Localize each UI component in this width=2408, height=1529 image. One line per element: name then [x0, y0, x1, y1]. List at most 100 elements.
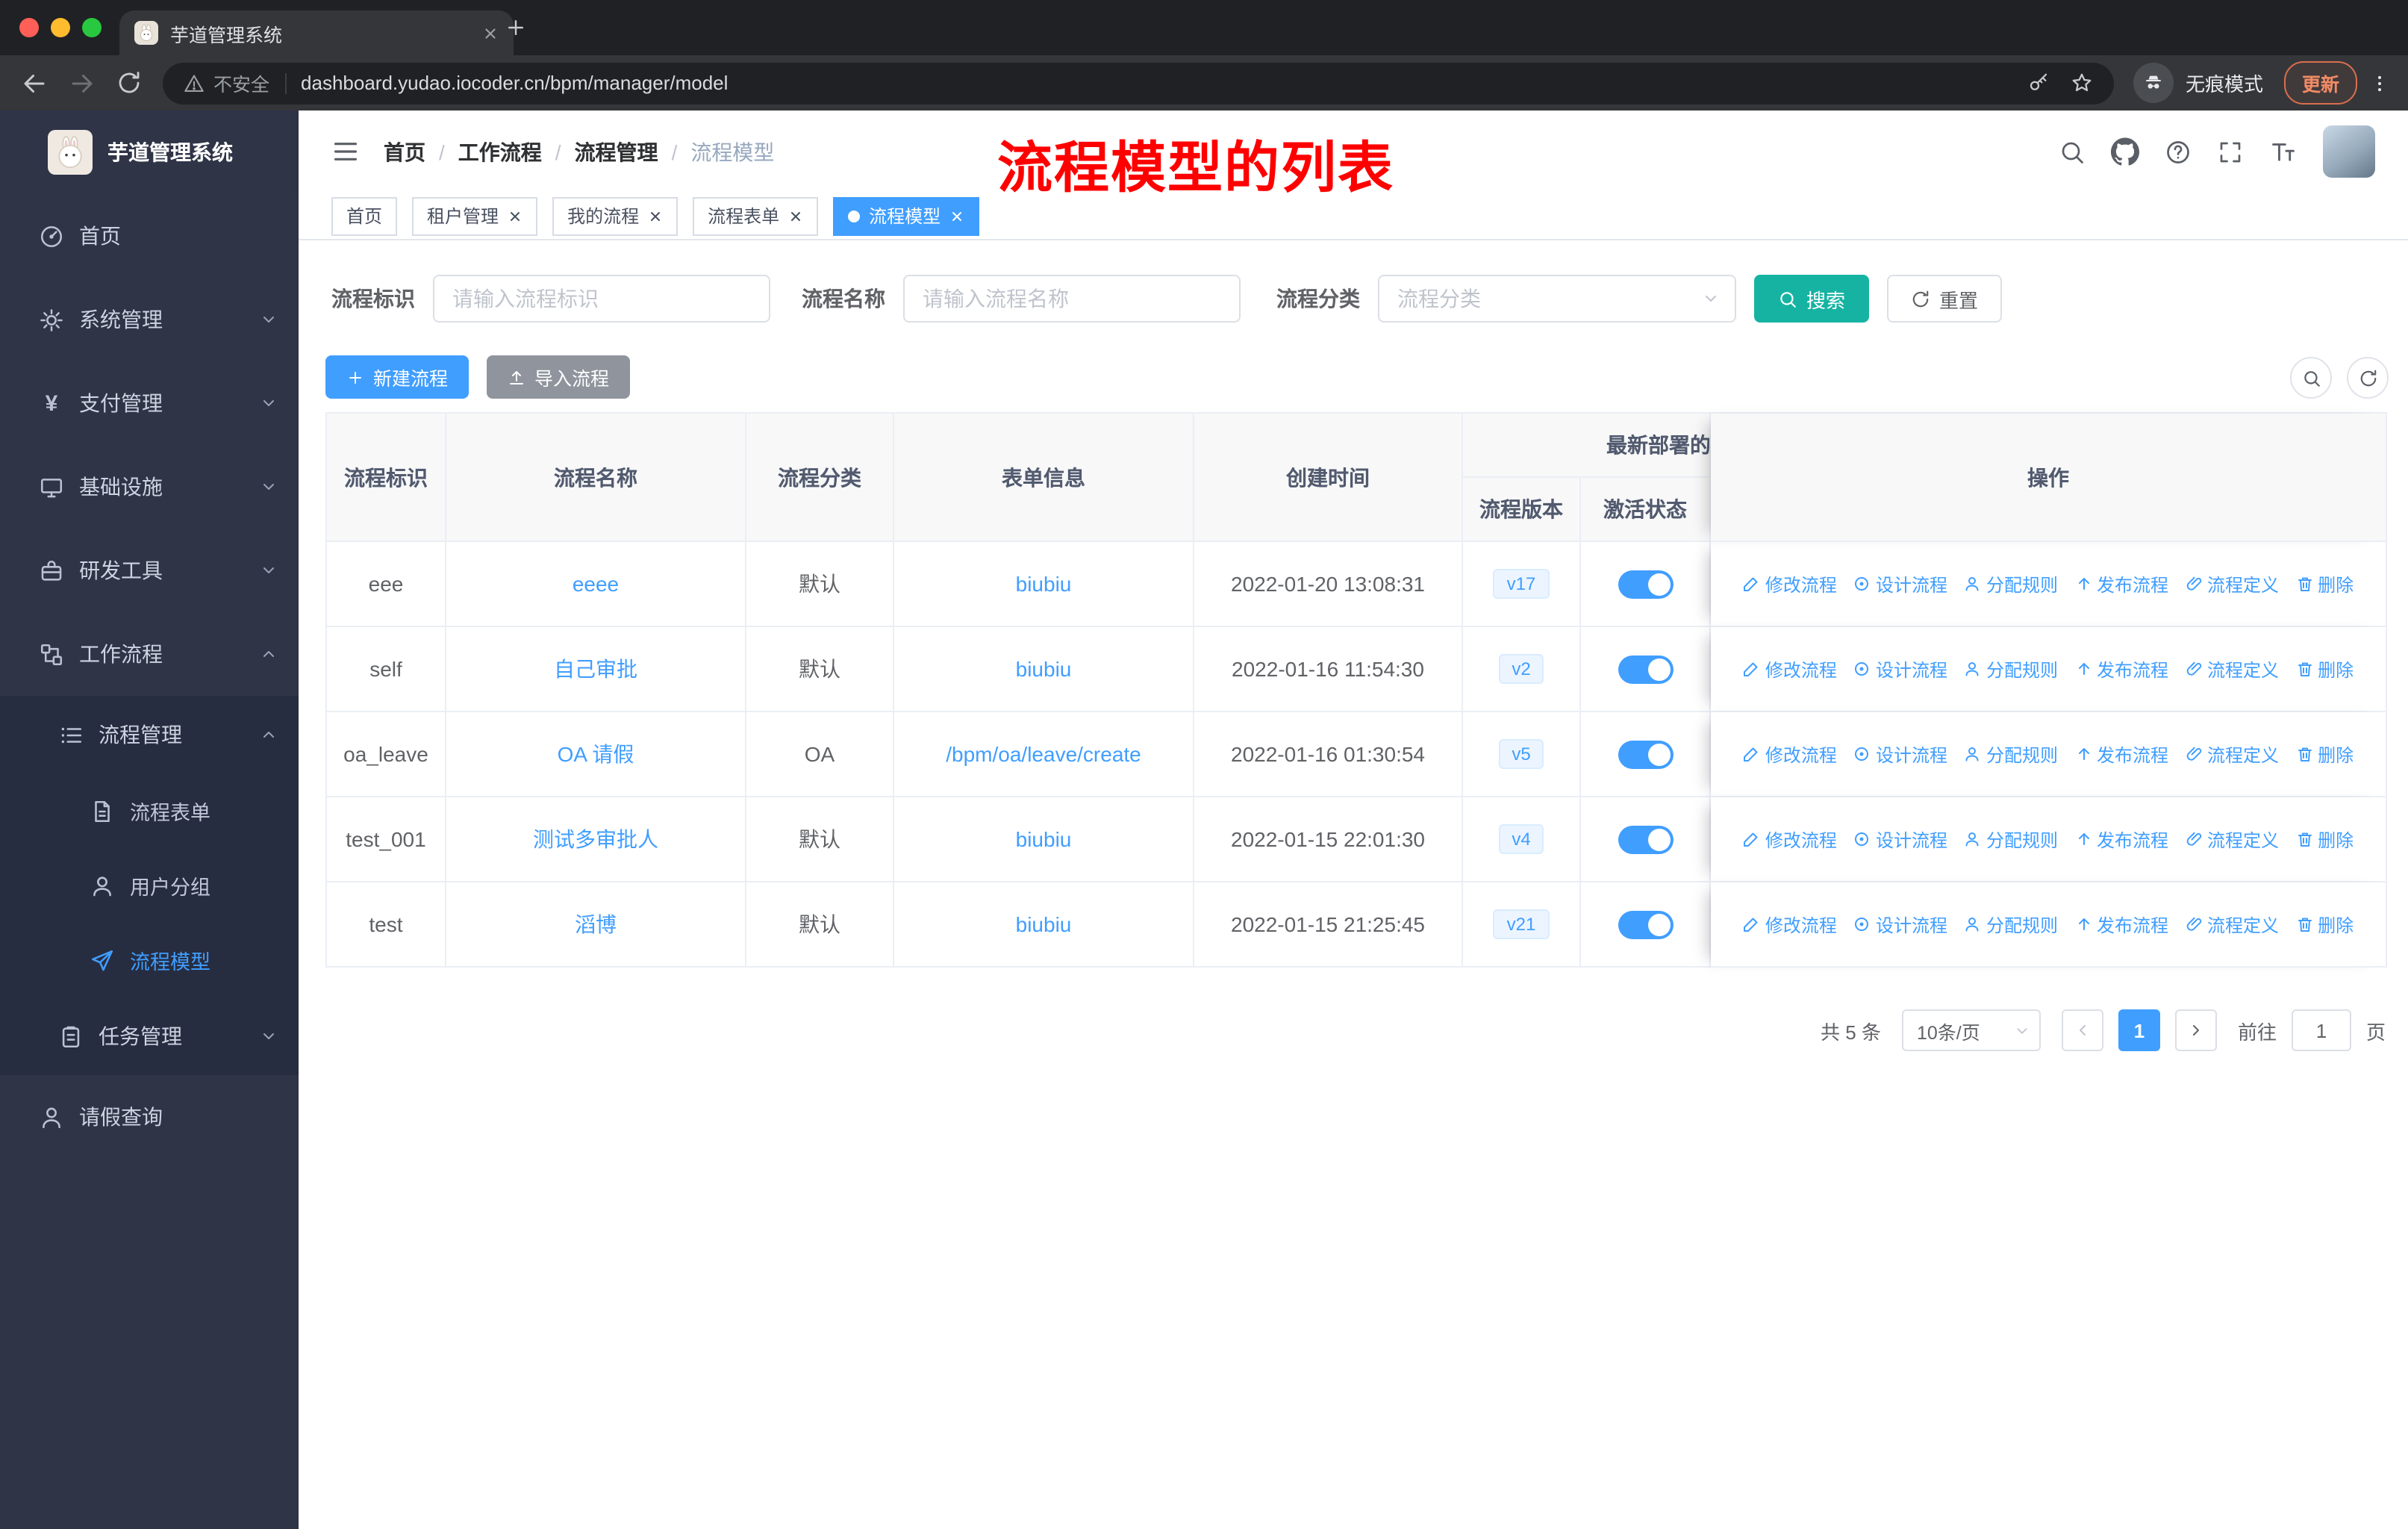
delete-link[interactable]: 删除 [2295, 656, 2354, 682]
edit-process-link[interactable]: 修改流程 [1743, 826, 1837, 852]
reset-button[interactable]: 重置 [1887, 275, 2003, 323]
process-category-select[interactable]: 流程分类 [1378, 275, 1736, 323]
hamburger-icon[interactable] [331, 137, 360, 166]
assign-rule-link[interactable]: 分配规则 [1964, 571, 2058, 597]
browser-tab[interactable]: 芋道管理系统 [119, 10, 514, 55]
tab-close-icon[interactable] [482, 25, 499, 41]
tag-home[interactable]: 首页 [331, 196, 398, 235]
active-toggle[interactable] [1618, 740, 1673, 768]
publish-process-link[interactable]: 发布流程 [2074, 741, 2168, 767]
bookmark-star-icon[interactable] [2071, 72, 2093, 94]
publish-process-link[interactable]: 发布流程 [2074, 656, 2168, 682]
process-definition-link[interactable]: 流程定义 [2185, 826, 2279, 852]
process-name-link[interactable]: 滔博 [575, 909, 617, 939]
delete-link[interactable]: 删除 [2295, 571, 2354, 597]
tag-close-icon[interactable] [508, 208, 523, 223]
form-info-link[interactable]: biubiu [1016, 827, 1072, 851]
reload-button-icon[interactable] [116, 70, 142, 96]
search-button[interactable]: 搜索 [1754, 275, 1870, 323]
sidebar-item-process-model[interactable]: 流程模型 [0, 923, 299, 997]
user-avatar[interactable] [2323, 125, 2375, 178]
form-info-link[interactable]: biubiu [1016, 572, 1072, 596]
password-key-icon[interactable] [2027, 72, 2050, 94]
tag-close-icon[interactable] [788, 208, 803, 223]
process-name-link[interactable]: 测试多审批人 [533, 824, 658, 854]
page-size-select[interactable]: 10条/页 [1901, 1009, 2041, 1051]
publish-process-link[interactable]: 发布流程 [2074, 571, 2168, 597]
sidebar-item-leave-query[interactable]: 请假查询 [0, 1075, 299, 1159]
design-process-link[interactable]: 设计流程 [1853, 571, 1947, 597]
process-id-input[interactable] [433, 275, 770, 323]
breadcrumb-process-management[interactable]: 流程管理 [575, 137, 658, 166]
process-definition-link[interactable]: 流程定义 [2185, 656, 2279, 682]
tag-close-icon[interactable] [949, 208, 964, 223]
form-info-link[interactable]: biubiu [1016, 657, 1072, 681]
active-toggle[interactable] [1618, 910, 1673, 938]
sidebar-item-user-group[interactable]: 用户分组 [0, 848, 299, 923]
delete-link[interactable]: 删除 [2295, 826, 2354, 852]
process-definition-link[interactable]: 流程定义 [2185, 571, 2279, 597]
sidebar-item-devtools[interactable]: 研发工具 [0, 529, 299, 612]
sidebar-item-system[interactable]: 系统管理 [0, 278, 299, 361]
window-minimize-button[interactable] [51, 18, 70, 37]
back-button-icon[interactable] [21, 69, 48, 96]
create-process-button[interactable]: 新建流程 [325, 355, 470, 399]
breadcrumb-workflow[interactable]: 工作流程 [458, 137, 542, 166]
form-info-link[interactable]: /bpm/oa/leave/create [946, 742, 1141, 766]
process-name-link[interactable]: eeee [573, 572, 619, 596]
font-size-icon[interactable] [2269, 137, 2298, 166]
import-process-button[interactable]: 导入流程 [487, 355, 631, 399]
help-icon[interactable] [2165, 138, 2192, 165]
refresh-table-button[interactable] [2347, 357, 2389, 399]
delete-link[interactable]: 删除 [2295, 912, 2354, 937]
version-badge[interactable]: v4 [1498, 823, 1544, 855]
sidebar-item-process-management[interactable]: 流程管理 [0, 696, 299, 773]
sidebar-item-home[interactable]: 首页 [0, 194, 299, 278]
browser-menu-icon[interactable] [2369, 72, 2390, 93]
new-tab-button[interactable] [505, 16, 527, 39]
version-badge[interactable]: v17 [1493, 568, 1550, 600]
browser-update-button[interactable]: 更新 [2283, 61, 2357, 105]
publish-process-link[interactable]: 发布流程 [2074, 912, 2168, 937]
design-process-link[interactable]: 设计流程 [1853, 826, 1947, 852]
window-close-button[interactable] [19, 18, 39, 37]
publish-process-link[interactable]: 发布流程 [2074, 826, 2168, 852]
next-page-button[interactable] [2174, 1009, 2217, 1051]
design-process-link[interactable]: 设计流程 [1853, 741, 1947, 767]
sidebar-item-workflow[interactable]: 工作流程 [0, 612, 299, 696]
github-icon[interactable] [2111, 137, 2139, 166]
tag-process-form[interactable]: 流程表单 [693, 196, 819, 235]
process-name-link[interactable]: 自己审批 [554, 654, 637, 684]
sidebar-item-infrastructure[interactable]: 基础设施 [0, 445, 299, 529]
active-toggle[interactable] [1618, 655, 1673, 683]
process-name-input[interactable] [903, 275, 1241, 323]
process-definition-link[interactable]: 流程定义 [2185, 741, 2279, 767]
active-toggle[interactable] [1618, 825, 1673, 853]
edit-process-link[interactable]: 修改流程 [1743, 741, 1837, 767]
edit-process-link[interactable]: 修改流程 [1743, 656, 1837, 682]
active-toggle[interactable] [1618, 570, 1673, 598]
tag-tenant-management[interactable]: 租户管理 [412, 196, 538, 235]
form-info-link[interactable]: biubiu [1016, 912, 1072, 936]
assign-rule-link[interactable]: 分配规则 [1964, 741, 2058, 767]
sidebar-item-process-form[interactable]: 流程表单 [0, 773, 299, 848]
forward-button-icon[interactable] [69, 69, 96, 96]
sidebar-item-payment[interactable]: ¥ 支付管理 [0, 361, 299, 445]
sidebar-item-task-management[interactable]: 任务管理 [0, 997, 299, 1075]
tag-close-icon[interactable] [648, 208, 663, 223]
design-process-link[interactable]: 设计流程 [1853, 656, 1947, 682]
version-badge[interactable]: v21 [1493, 909, 1550, 940]
assign-rule-link[interactable]: 分配规则 [1964, 912, 2058, 937]
design-process-link[interactable]: 设计流程 [1853, 912, 1947, 937]
window-zoom-button[interactable] [82, 18, 102, 37]
edit-process-link[interactable]: 修改流程 [1743, 912, 1837, 937]
incognito-badge[interactable]: 无痕模式 [2133, 63, 2263, 103]
process-definition-link[interactable]: 流程定义 [2185, 912, 2279, 937]
assign-rule-link[interactable]: 分配规则 [1964, 656, 2058, 682]
tag-process-model[interactable]: 流程模型 [833, 196, 980, 235]
version-badge[interactable]: v2 [1498, 653, 1544, 685]
delete-link[interactable]: 删除 [2295, 741, 2354, 767]
fullscreen-icon[interactable] [2217, 138, 2244, 165]
search-icon[interactable] [2059, 138, 2086, 165]
breadcrumb-home[interactable]: 首页 [384, 137, 425, 166]
